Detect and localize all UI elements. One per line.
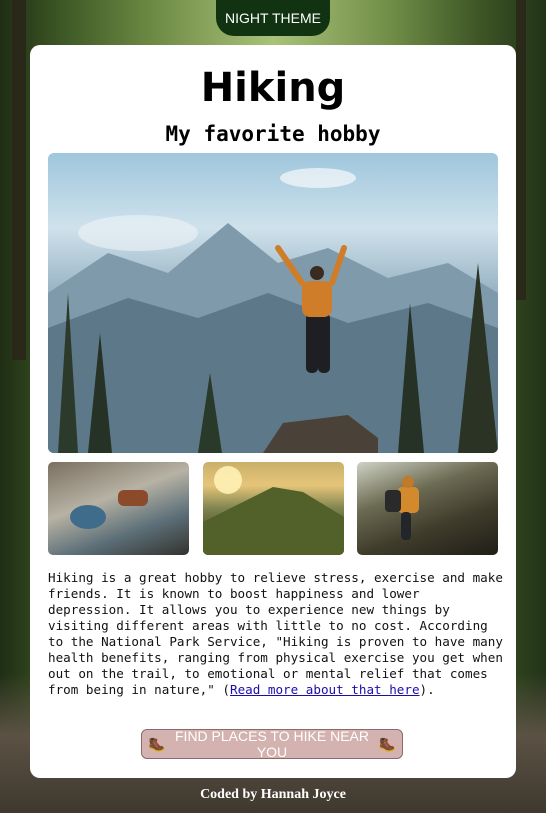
description-text-end: ). [419,682,435,697]
hiking-description: Hiking is a great hobby to relieve stres… [48,570,503,698]
description-text: Hiking is a great hobby to relieve stres… [48,570,503,697]
read-more-link[interactable]: Read more about that here [230,682,420,697]
background-tree-trunk [516,0,526,300]
thumbnail-illustration [385,476,419,540]
find-places-label: FIND PLACES TO HIKE NEAR YOU [175,728,369,760]
find-places-button[interactable]: 🥾 FIND PLACES TO HIKE NEAR YOU 🥾 [141,728,403,760]
background-tree-trunk [12,0,26,360]
thumbnail-illustration [70,490,148,529]
hero-image-illustration [48,168,498,453]
hiking-boot-icon: 🥾 [378,735,396,752]
thumbnail-cliff-sunset-image [203,462,344,555]
hiking-boot-icon: 🥾 [148,735,166,752]
footer-credit: Coded by Hannah Joyce [200,787,346,802]
page-title: Hiking [200,65,346,111]
thumbnail-camp-gear-image [48,462,189,555]
content-card: Hiking My favorite hobby Hiking is a gre… [30,45,516,778]
page-subtitle: My favorite hobby [165,122,381,146]
hero-image-hiker-on-mountain [48,153,498,453]
thumbnail-illustration [203,466,344,555]
thumbnail-hiker-backpack-image [357,462,498,555]
night-theme-button[interactable]: NIGHT THEME [216,0,330,36]
